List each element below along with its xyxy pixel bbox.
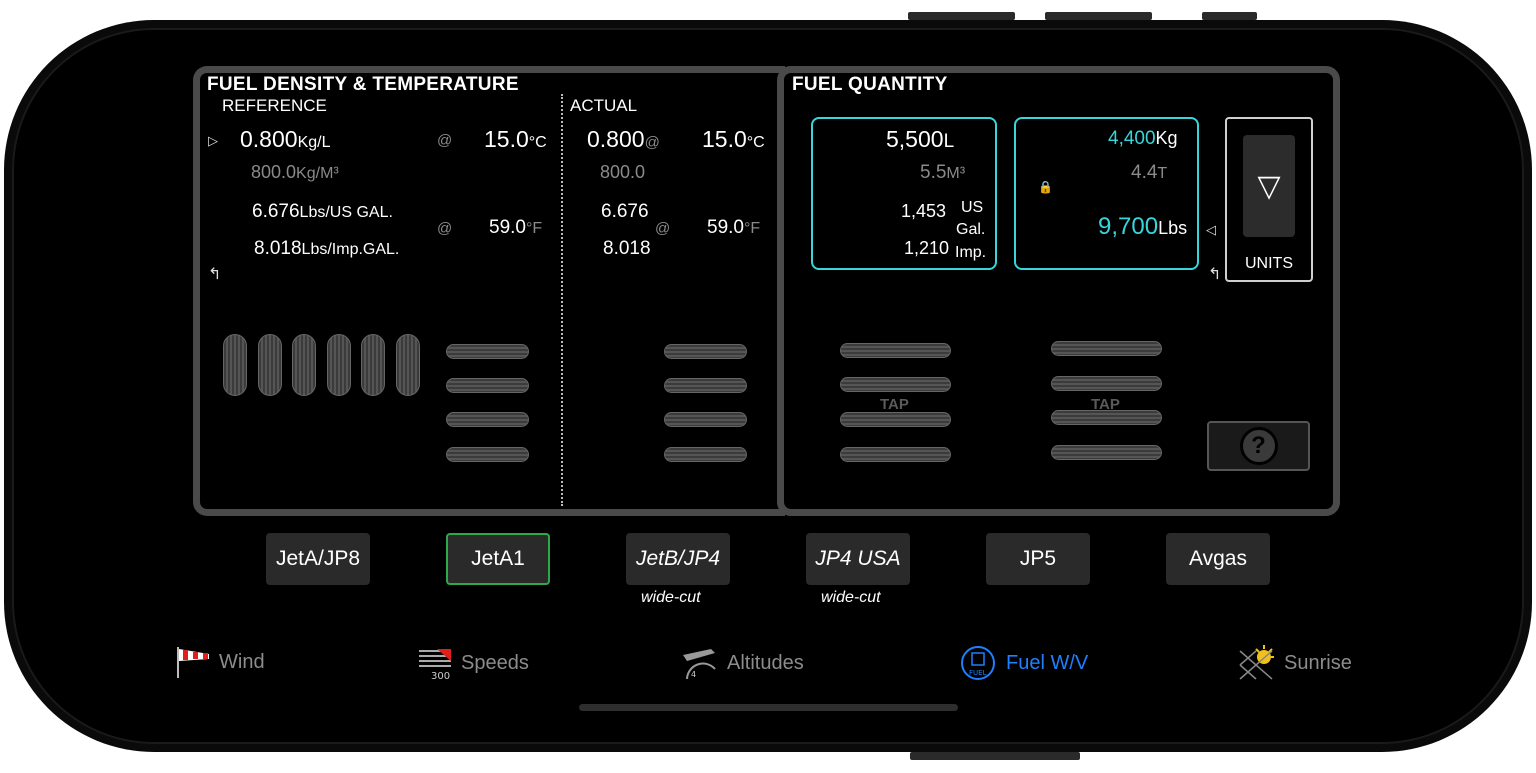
quantity-title: FUEL QUANTITY bbox=[792, 74, 948, 95]
density-roller[interactable] bbox=[361, 334, 385, 396]
density-roller[interactable] bbox=[292, 334, 316, 396]
ref-temp-slider[interactable] bbox=[446, 378, 529, 393]
density-title: FUEL DENSITY & TEMPERATURE bbox=[207, 74, 519, 95]
fuel-icon: FUEL bbox=[961, 646, 995, 680]
ref-lbs-us-value[interactable]: 6.676Lbs/US GAL. bbox=[252, 201, 393, 223]
density-roller[interactable] bbox=[396, 334, 420, 396]
volume-slider[interactable] bbox=[840, 447, 951, 462]
lbs-value[interactable]: 9,700Lbs bbox=[1098, 213, 1187, 241]
tab-label: Sunrise bbox=[1284, 651, 1352, 674]
reset-arrow-icon[interactable]: ↰ bbox=[208, 264, 221, 284]
tab-label: Speeds bbox=[461, 651, 529, 674]
act-temp-c-value[interactable]: 15.0°C bbox=[702, 126, 765, 153]
us-gal-value[interactable]: 1,453 bbox=[901, 201, 946, 222]
question-icon: ? bbox=[1239, 427, 1278, 465]
tab-sunrise[interactable]: Sunrise bbox=[1238, 645, 1352, 681]
svg-text:4: 4 bbox=[691, 670, 696, 679]
units-button[interactable]: ▽ UNITS bbox=[1225, 117, 1313, 282]
svg-text:FUEL: FUEL bbox=[969, 669, 987, 677]
hardware-button bbox=[908, 12, 1015, 20]
tab-label: Altitudes bbox=[727, 651, 804, 674]
reset-arrow-icon[interactable]: ↰ bbox=[1208, 264, 1221, 284]
tap-hint: TAP bbox=[880, 396, 909, 413]
tab-altitudes[interactable]: 4 Altitudes bbox=[681, 645, 804, 681]
lock-icon[interactable]: 🔒 bbox=[1038, 180, 1053, 194]
windsock-icon bbox=[177, 647, 209, 678]
mass-slider[interactable] bbox=[1051, 376, 1162, 391]
act-temp-f-value[interactable]: 59.0°F bbox=[707, 217, 760, 239]
tab-label: Fuel W/V bbox=[1006, 651, 1089, 674]
density-roller[interactable] bbox=[327, 334, 351, 396]
triangle-down-icon: ▽ bbox=[1243, 135, 1295, 237]
fuel-subtitle: wide-cut bbox=[641, 589, 701, 606]
ref-temp-f-value[interactable]: 59.0°F bbox=[489, 217, 542, 239]
gal-unit: Gal. bbox=[956, 221, 986, 238]
act-at-f: @ bbox=[655, 220, 671, 237]
tab-wind[interactable]: Wind bbox=[175, 645, 265, 679]
fuel-button-jeta-jp8[interactable]: JetA/JP8 bbox=[266, 533, 370, 585]
mass-slider[interactable] bbox=[1051, 445, 1162, 460]
help-button[interactable]: ? bbox=[1207, 421, 1310, 471]
fuel-subtitle: wide-cut bbox=[821, 589, 881, 606]
hardware-button bbox=[1045, 12, 1152, 20]
act-kgm3-value[interactable]: 800.0 bbox=[600, 162, 645, 183]
act-lbs-imp-value[interactable]: 8.018 bbox=[603, 238, 651, 260]
selected-unit-marker-icon: ◁ bbox=[1206, 222, 1216, 237]
svg-text:300: 300 bbox=[431, 671, 450, 681]
tap-hint: TAP bbox=[1091, 396, 1120, 413]
tab-label: Wind bbox=[219, 650, 265, 673]
ref-temp-c-value[interactable]: 15.0°C bbox=[484, 126, 547, 153]
liters-value[interactable]: 5,500L bbox=[886, 126, 954, 153]
ref-temp-slider[interactable] bbox=[446, 412, 529, 427]
fuel-button-jetb-jp4[interactable]: JetB/JP4 bbox=[626, 533, 730, 585]
volume-slider[interactable] bbox=[840, 377, 951, 392]
sun-icon bbox=[1239, 645, 1274, 680]
ref-temp-slider[interactable] bbox=[446, 344, 529, 359]
act-temp-slider[interactable] bbox=[664, 344, 747, 359]
ref-lbs-imp-value[interactable]: 8.018Lbs/Imp.GAL. bbox=[254, 238, 399, 260]
fuel-button-avgas[interactable]: Avgas bbox=[1166, 533, 1270, 585]
act-kgl-value[interactable]: 0.800@ bbox=[587, 126, 660, 153]
reference-label: REFERENCE bbox=[222, 96, 327, 115]
ref-at-f: @ bbox=[437, 220, 453, 237]
density-roller[interactable] bbox=[223, 334, 247, 396]
tab-fuel-wv[interactable]: FUEL Fuel W/V bbox=[960, 645, 1088, 681]
fuel-button-jp4-usa[interactable]: JP4 USA bbox=[806, 533, 910, 585]
imp-gal-unit: Imp. bbox=[955, 244, 987, 261]
act-temp-slider[interactable] bbox=[664, 412, 747, 427]
selected-row-marker-icon: ▷ bbox=[208, 133, 218, 148]
ref-kgm3-value[interactable]: 800.0Kg/M³ bbox=[251, 162, 339, 183]
m3-value[interactable]: 5.5M³ bbox=[920, 162, 965, 184]
fuel-button-jp5[interactable]: JP5 bbox=[986, 533, 1090, 585]
mass-slider[interactable] bbox=[1051, 341, 1162, 356]
volume-slider[interactable] bbox=[840, 343, 951, 358]
ref-at-c: @ bbox=[437, 132, 453, 149]
home-indicator[interactable] bbox=[579, 704, 958, 711]
units-label: UNITS bbox=[1245, 255, 1293, 272]
ref-temp-slider[interactable] bbox=[446, 447, 529, 462]
ref-kgl-value[interactable]: 0.800Kg/L bbox=[240, 126, 330, 153]
act-lbs-us-value[interactable]: 6.676 bbox=[601, 201, 649, 223]
speed-dial-icon: 300 bbox=[419, 649, 451, 681]
column-separator bbox=[561, 94, 563, 506]
act-temp-slider[interactable] bbox=[664, 378, 747, 393]
actual-label: ACTUAL bbox=[570, 96, 638, 115]
density-roller[interactable] bbox=[258, 334, 282, 396]
tab-speeds[interactable]: 300 Speeds bbox=[417, 645, 529, 681]
volume-slider[interactable] bbox=[840, 412, 951, 427]
hardware-button bbox=[910, 752, 1080, 760]
kg-value[interactable]: 4,400Kg bbox=[1108, 128, 1178, 150]
imp-gal-value[interactable]: 1,210 bbox=[904, 238, 949, 259]
hardware-button bbox=[1202, 12, 1257, 20]
act-temp-slider[interactable] bbox=[664, 447, 747, 462]
t-value[interactable]: 4.4T bbox=[1131, 162, 1167, 184]
us-gal-unit: US bbox=[961, 199, 984, 216]
altimeter-icon: 4 bbox=[683, 649, 716, 680]
fuel-button-jeta1[interactable]: JetA1 bbox=[446, 533, 550, 585]
